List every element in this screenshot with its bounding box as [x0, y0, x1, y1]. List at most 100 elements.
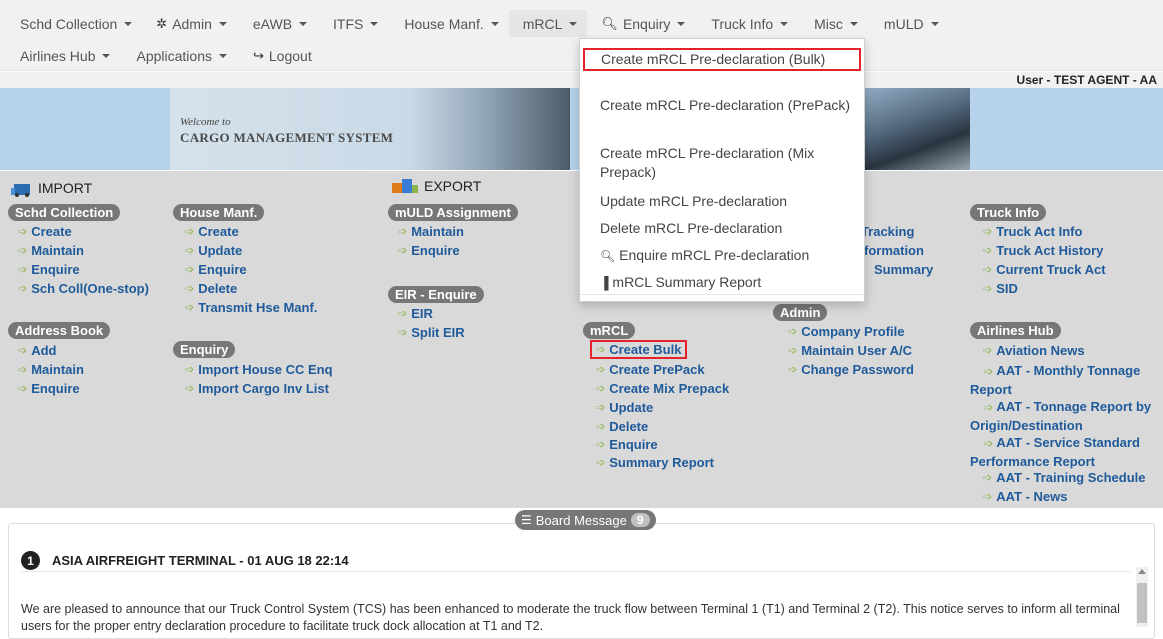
nav-airlines-hub[interactable]: Airlines Hub	[0, 48, 120, 64]
arrow-right-icon: ➩	[18, 345, 28, 357]
link-ab-add[interactable]: ➩ Add	[18, 343, 57, 358]
link-hm-create[interactable]: ➩ Create	[185, 224, 239, 239]
link-company-profile[interactable]: ➩ Company Profile	[788, 324, 905, 339]
arrow-right-icon: ➩	[18, 264, 28, 276]
arrow-right-icon: ➩	[398, 245, 408, 257]
dd-create-bulk[interactable]: Create mRCL Pre-declaration (Bulk)	[583, 48, 861, 71]
link-aat-service-standard[interactable]: ➩ AAT - Service Standard Performance Rep…	[970, 434, 1160, 471]
nav-itfs[interactable]: ITFS	[317, 16, 388, 32]
link-label: Enquire	[609, 437, 658, 452]
link-truck-information[interactable]: formation	[864, 243, 924, 258]
nav-label: mRCL	[522, 15, 563, 32]
link-mrcl-delete[interactable]: ➩ Delete	[596, 419, 648, 434]
dd-update[interactable]: Update mRCL Pre-declaration	[580, 192, 864, 211]
logout-icon: ↪	[252, 47, 264, 63]
link-mrcl-enquire[interactable]: ➩ Enquire	[596, 437, 658, 452]
link-hm-transmit[interactable]: ➩ Transmit Hse Manf.	[185, 300, 317, 315]
link-aviation-news[interactable]: ➩ Aviation News	[983, 343, 1085, 358]
link-aat-training-schedule[interactable]: ➩ AAT - Training Schedule	[983, 470, 1146, 485]
nav-admin[interactable]: ✲ Admin	[142, 16, 237, 32]
link-schd-one-stop[interactable]: ➩ Sch Coll(One-stop)	[18, 281, 149, 296]
group-eir-enquire: EIR - Enquire	[388, 286, 484, 303]
arrow-right-icon: ➩	[984, 366, 994, 378]
scroll-up-icon[interactable]	[1138, 569, 1146, 574]
arrow-right-icon: ➩	[185, 283, 195, 295]
link-maintain-user[interactable]: ➩ Maintain User A/C	[788, 343, 912, 358]
dd-label: Enquire mRCL Pre-declaration	[619, 247, 810, 263]
dd-label: Update mRCL Pre-declaration	[600, 193, 788, 209]
arrow-right-icon: ➩	[398, 327, 408, 339]
link-split-eir[interactable]: ➩ Split EIR	[398, 325, 465, 340]
link-hm-enquire[interactable]: ➩ Enquire	[185, 262, 247, 277]
link-label: Create PrePack	[609, 362, 705, 377]
link-hm-update[interactable]: ➩ Update	[185, 243, 242, 258]
nav-logout[interactable]: ↪ Logout	[237, 48, 322, 64]
nav-applications[interactable]: Applications	[120, 48, 237, 64]
arrow-right-icon: ➩	[185, 226, 195, 238]
dd-summary-report[interactable]: ▐ mRCL Summary Report	[580, 273, 864, 293]
link-muld-maintain[interactable]: ➩ Maintain	[398, 224, 464, 239]
message-count-badge: 9	[630, 513, 650, 527]
link-schd-enquire[interactable]: ➩ Enquire	[18, 262, 80, 277]
dd-create-prepack[interactable]: Create mRCL Pre-declaration (PrePack)	[580, 96, 864, 115]
link-change-password[interactable]: ➩ Change Password	[788, 362, 914, 377]
message-body: We are pleased to announce that our Truc…	[21, 602, 1120, 633]
link-truck-act-history[interactable]: ➩ Truck Act History	[983, 243, 1103, 258]
nav-label: Applications	[136, 47, 212, 64]
message-heading[interactable]: ASIA AIRFREIGHT TERMINAL - 01 AUG 18 22:…	[52, 553, 349, 568]
arrow-right-icon: ➩	[983, 226, 993, 238]
link-import-house-cc[interactable]: ➩ Import House CC Enq	[185, 362, 333, 377]
link-truck-summary[interactable]: Summary	[874, 262, 933, 277]
group-enquiry: Enquiry	[173, 341, 236, 358]
link-current-truck-act[interactable]: ➩ Current Truck Act	[983, 262, 1106, 277]
arrow-right-icon: ➩	[596, 364, 606, 376]
arrow-right-icon: ➩	[596, 421, 606, 433]
link-label: Delete	[198, 281, 238, 296]
link-label: Split EIR	[411, 325, 465, 340]
group-admin: Admin	[773, 304, 828, 321]
link-label: Add	[31, 343, 57, 358]
message-scrollbar[interactable]	[1136, 567, 1148, 627]
link-import-cargo-inv[interactable]: ➩ Import Cargo Inv List	[185, 381, 329, 396]
link-ab-maintain[interactable]: ➩ Maintain	[18, 362, 84, 377]
dd-enquire[interactable]: 🔍︎ Enquire mRCL Pre-declaration	[580, 246, 864, 266]
link-mrcl-create-mix[interactable]: ➩ Create Mix Prepack	[596, 381, 729, 396]
link-mrcl-create-bulk[interactable]: ➩ Create Bulk	[589, 340, 688, 359]
nav-truck-info[interactable]: Truck Info	[695, 16, 798, 32]
board-message-tab[interactable]: ☰ Board Message 9	[515, 510, 656, 530]
list-icon: ☰	[521, 513, 532, 527]
banner-welcome: Welcome to	[180, 116, 231, 128]
link-schd-maintain[interactable]: ➩ Maintain	[18, 243, 84, 258]
link-mrcl-update[interactable]: ➩ Update	[596, 400, 653, 415]
nav-schd-collection[interactable]: Schd Collection	[0, 16, 142, 32]
link-label: AAT - Training Schedule	[996, 470, 1146, 485]
scroll-thumb[interactable]	[1137, 583, 1147, 623]
link-schd-create[interactable]: ➩ Create	[18, 224, 72, 239]
link-label: Create	[198, 224, 239, 239]
nav-enquiry[interactable]: 🔍︎ Enquiry	[587, 16, 695, 32]
link-eir[interactable]: ➩ EIR	[398, 306, 433, 321]
dd-create-mix-prepack[interactable]: Create mRCL Pre-declaration (Mix Prepack…	[580, 144, 864, 182]
link-aat-tonnage-od[interactable]: ➩ AAT - Tonnage Report by Origin/Destina…	[970, 398, 1160, 435]
link-aat-monthly-tonnage[interactable]: ➩ AAT - Monthly Tonnage Report	[970, 362, 1160, 399]
nav-mrcl[interactable]: mRCL	[508, 10, 588, 37]
link-mrcl-summary[interactable]: ➩ Summary Report	[596, 455, 714, 470]
link-label: AAT - Tonnage Report by Origin/Destinati…	[970, 399, 1152, 433]
nav-muld[interactable]: mULD	[868, 16, 949, 32]
link-truck-act-info[interactable]: ➩ Truck Act Info	[983, 224, 1082, 239]
link-mrcl-create-prepack[interactable]: ➩ Create PrePack	[596, 362, 705, 377]
link-hm-delete[interactable]: ➩ Delete	[185, 281, 237, 296]
link-label: Current Truck Act	[996, 262, 1106, 277]
link-sid[interactable]: ➩ SID	[983, 281, 1018, 296]
export-label: EXPORT	[424, 178, 482, 194]
link-label: Sch Coll(One-stop)	[31, 281, 149, 296]
link-muld-enquire[interactable]: ➩ Enquire	[398, 243, 460, 258]
link-aat-news[interactable]: ➩ AAT - News	[983, 489, 1067, 504]
dd-delete[interactable]: Delete mRCL Pre-declaration	[580, 219, 864, 238]
arrow-right-icon: ➩	[983, 264, 993, 276]
link-label: Enquire	[198, 262, 247, 277]
nav-misc[interactable]: Misc	[798, 16, 868, 32]
link-ab-enquire[interactable]: ➩ Enquire	[18, 381, 80, 396]
nav-house-manf[interactable]: House Manf.	[388, 16, 508, 32]
nav-eawb[interactable]: eAWB	[237, 16, 317, 32]
